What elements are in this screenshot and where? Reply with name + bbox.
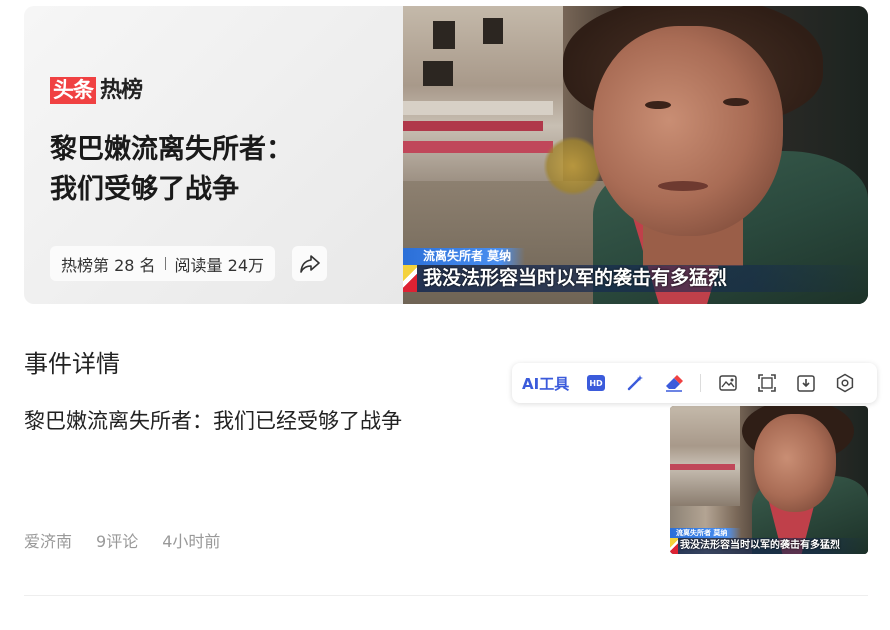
ai-tools-button[interactable]: AI工具 — [522, 371, 569, 395]
article-source[interactable]: 爱济南 — [24, 530, 72, 554]
hot-stats: 热榜第 28 名 阅读量 24万 — [50, 246, 275, 281]
download-button[interactable] — [794, 371, 818, 395]
photo-mouth — [658, 181, 708, 191]
eraser-icon — [666, 375, 684, 392]
magic-wand-button[interactable] — [623, 371, 647, 395]
photo-window — [423, 61, 453, 86]
photo-sign — [403, 141, 553, 153]
read-count: 阅读量 24万 — [174, 255, 264, 275]
toutiao-hot-logo: 头条 热榜 — [50, 77, 143, 104]
share-icon — [299, 254, 320, 273]
brand-red-label: 头条 — [50, 77, 96, 104]
article-title-link[interactable]: 黎巴嫩流离失所者：我们已经受够了战争 — [24, 406, 402, 436]
photo-awning — [403, 101, 553, 115]
caption-speaker: 流离失所者 莫纳 — [403, 248, 526, 265]
image-tools-toolbar: AI工具 HD — [512, 363, 877, 403]
caption-text: 我没法形容当时以军的袭击有多猛烈 — [670, 538, 868, 554]
hero-title[interactable]: 黎巴嫩流离失所者： 我们受够了战争 — [50, 130, 390, 210]
hot-list-card[interactable]: 头条 热榜 黎巴嫩流离失所者： 我们受够了战争 热榜第 28 名 阅读量 24万 — [24, 6, 868, 304]
caption-speaker: 流离失所者 莫纳 — [670, 528, 742, 538]
hd-button[interactable]: HD — [584, 371, 608, 395]
magic-wand-icon — [628, 375, 644, 391]
photo-face — [593, 26, 783, 236]
photo-face — [754, 414, 836, 512]
photo-eye — [723, 98, 749, 106]
crop-icon — [758, 374, 777, 392]
hot-rank: 热榜第 28 名 — [61, 255, 156, 275]
hot-list-card-info: 头条 热榜 黎巴嫩流离失所者： 我们受够了战争 热榜第 28 名 阅读量 24万 — [24, 6, 403, 304]
photo-eye — [645, 101, 671, 109]
hero-video-frame[interactable]: 流离失所者 莫纳 我没法形容当时以军的袭击有多猛烈 — [403, 6, 868, 304]
image-edit-button[interactable] — [716, 371, 740, 395]
share-button[interactable] — [292, 246, 327, 281]
hero-title-line1: 黎巴嫩流离失所者： — [50, 134, 293, 165]
hd-icon: HD — [587, 375, 606, 391]
caption-logo-icon — [403, 265, 417, 292]
section-title: 事件详情 — [24, 350, 120, 378]
eraser-button[interactable] — [662, 371, 686, 395]
article-thumbnail[interactable]: 流离失所者 莫纳 我没法形容当时以军的袭击有多猛烈 — [670, 406, 868, 554]
photo-window — [483, 18, 503, 44]
crop-button[interactable] — [755, 371, 779, 395]
stats-divider — [164, 257, 166, 270]
article-meta: 爱济南 9评论 4小时前 — [24, 530, 244, 554]
settings-icon — [837, 373, 854, 393]
svg-text:HD: HD — [590, 379, 604, 388]
photo-building — [670, 406, 740, 506]
photo-sign — [670, 464, 735, 470]
toolbar-divider — [700, 374, 702, 392]
hero-title-line2: 我们受够了战争 — [50, 174, 239, 205]
caption-logo-icon — [670, 538, 678, 554]
caption-text: 我没法形容当时以军的袭击有多猛烈 — [403, 265, 868, 292]
ai-tools-label: AI工具 — [522, 374, 570, 393]
settings-button[interactable] — [833, 371, 857, 395]
download-icon — [797, 375, 815, 392]
divider — [24, 595, 868, 596]
article-time: 4小时前 — [162, 532, 221, 551]
brand-black-label: 热榜 — [100, 78, 143, 103]
image-edit-icon — [719, 375, 737, 391]
photo-window — [433, 21, 455, 49]
photo-sign — [403, 121, 543, 131]
article-comments[interactable]: 9评论 — [96, 530, 138, 554]
